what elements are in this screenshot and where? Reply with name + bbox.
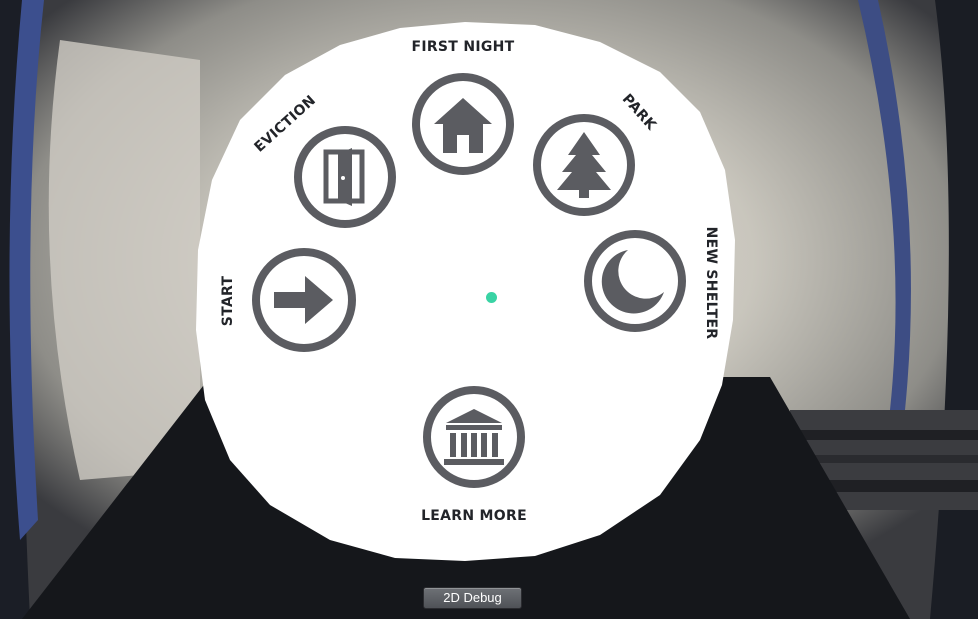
menu-label-learn-more: LEARN MORE [421,508,527,524]
menu-label-new-shelter: NEW SHELTER [703,227,719,340]
menu-label-start: START [220,276,236,327]
vr-viewport: START EVICTION FIRST NIGHT PARK NEW SHEL… [0,0,978,619]
debug-2d-button[interactable]: 2D Debug [423,587,522,609]
radial-menu: START EVICTION FIRST NIGHT PARK NEW SHEL… [196,22,735,561]
gaze-cursor [486,292,497,303]
menu-label-first-night: FIRST NIGHT [411,39,514,55]
